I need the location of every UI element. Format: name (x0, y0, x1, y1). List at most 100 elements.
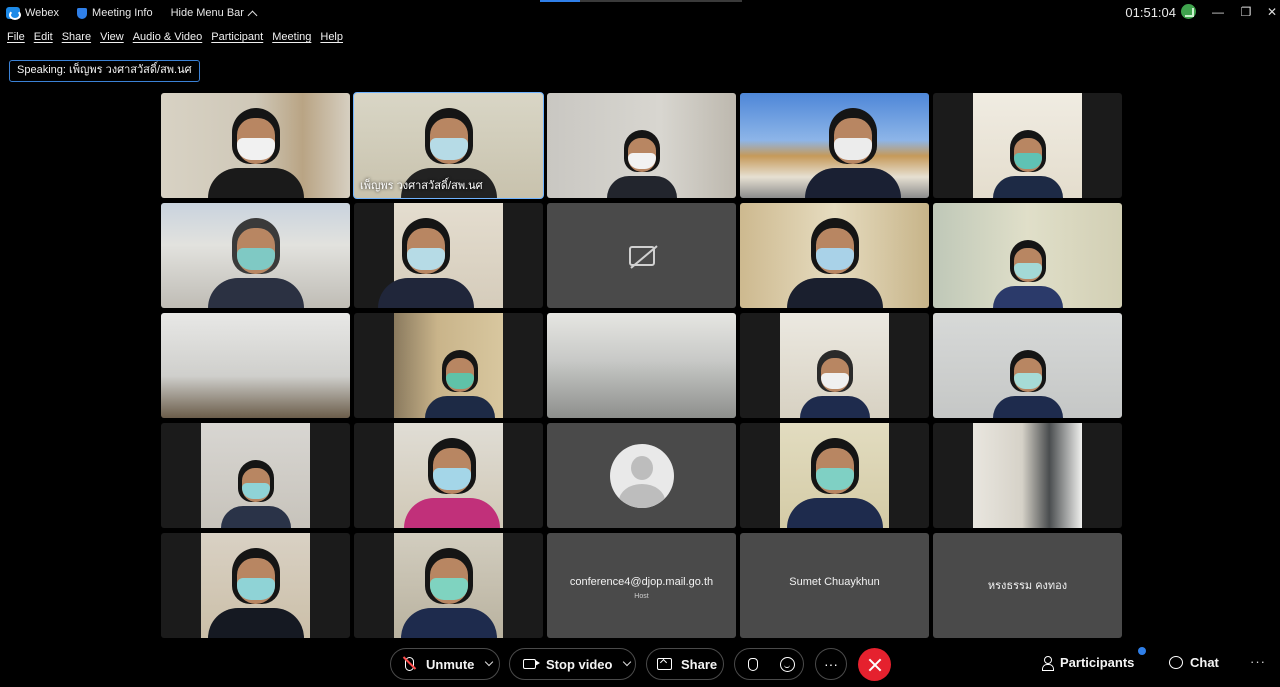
network-signal-icon[interactable] (1181, 4, 1196, 19)
menu-bar: File Edit Share View Audio & Video Parti… (0, 28, 345, 46)
participant-video (786, 216, 883, 308)
chat-bubble-icon (1169, 656, 1183, 669)
speaking-indicator: Speaking: เพ็ญพร วงศาสวัสดิ์/สพ.นศ (9, 60, 200, 82)
video-tile[interactable] (933, 313, 1122, 418)
participant-video (805, 106, 902, 198)
participant-video (207, 216, 304, 308)
menu-participant[interactable]: Participant (211, 31, 263, 43)
meeting-info-button[interactable]: Meeting Info (77, 7, 153, 19)
title-bar: Webex Meeting Info Hide Menu Bar (0, 0, 1280, 26)
participant-video (207, 106, 304, 198)
overflow-menu-icon[interactable]: ··· (1250, 654, 1266, 669)
video-tile[interactable] (933, 203, 1122, 308)
avatar-tile[interactable] (547, 423, 736, 528)
participant-video (992, 238, 1063, 308)
camera-off-icon (628, 245, 655, 266)
video-tile[interactable] (161, 93, 350, 198)
share-screen-icon (657, 658, 672, 670)
emoji-icon (779, 656, 795, 672)
active-speaker-tile[interactable]: เพ็ญพร วงศาสวัสดิ์/สพ.นศ (353, 92, 544, 199)
share-button[interactable]: Share (646, 648, 724, 680)
video-tile[interactable] (547, 313, 736, 418)
video-tile[interactable] (933, 423, 1122, 528)
video-tile[interactable] (354, 313, 543, 418)
shield-icon (77, 7, 88, 19)
unmute-button[interactable]: Unmute (390, 648, 500, 680)
video-grid: เพ็ญพร วงศาสวัสดิ์/สพ.นศ conference4@djo… (161, 92, 1124, 638)
menu-meeting[interactable]: Meeting (272, 31, 311, 43)
participant-name: conference4@djop.mail.go.th (569, 576, 714, 588)
participant-video (404, 436, 501, 528)
minimize-button[interactable]: — (1208, 2, 1228, 22)
chat-label: Chat (1190, 655, 1219, 670)
default-avatar-icon (609, 443, 674, 508)
app-name: Webex (25, 7, 60, 19)
menu-share[interactable]: Share (62, 31, 91, 43)
meeting-clock: 01:51:04 (1125, 5, 1176, 20)
stop-video-button[interactable]: Stop video (509, 648, 636, 680)
menu-help[interactable]: Help (320, 31, 343, 43)
leave-meeting-button[interactable] (858, 648, 891, 681)
video-tile[interactable] (161, 203, 350, 308)
participants-button[interactable]: Participants (1042, 655, 1135, 671)
camera-off-tile[interactable] (547, 203, 736, 308)
webex-logo-icon (6, 7, 21, 20)
chevron-down-icon[interactable] (485, 657, 494, 667)
chevron-down-icon[interactable] (623, 657, 632, 667)
video-tile[interactable] (161, 313, 350, 418)
meeting-info-label: Meeting Info (92, 7, 153, 19)
close-icon (868, 658, 882, 672)
video-tile[interactable] (933, 93, 1122, 198)
restore-button[interactable]: ❐ (1236, 2, 1256, 22)
participant-name: หรงธรรม คงทอง (987, 580, 1068, 592)
more-options-icon: ··· (824, 656, 838, 672)
hide-menu-bar-button[interactable]: Hide Menu Bar (170, 7, 258, 20)
participant-video (400, 546, 497, 638)
participant-video (220, 458, 291, 528)
participant-video (992, 128, 1063, 198)
participants-label: Participants (1060, 655, 1135, 670)
named-participant-tile[interactable]: หรงธรรม คงทอง (933, 533, 1122, 638)
participant-video (992, 348, 1063, 418)
video-tile[interactable] (354, 423, 543, 528)
participant-video (377, 216, 474, 308)
more-options-button[interactable]: ··· (815, 648, 847, 680)
unmute-label: Unmute (426, 656, 475, 672)
chat-button[interactable]: Chat (1169, 655, 1219, 670)
microphone-muted-icon (405, 657, 414, 671)
named-participant-tile[interactable]: Sumet Chuaykhun (740, 533, 929, 638)
video-tile[interactable] (740, 203, 929, 308)
top-accent-bar (540, 0, 742, 2)
app-title: Webex (0, 7, 60, 20)
menu-edit[interactable]: Edit (34, 31, 53, 43)
video-tile[interactable] (740, 313, 929, 418)
stop-video-label: Stop video (546, 656, 613, 672)
video-tile[interactable] (161, 533, 350, 638)
menu-file[interactable]: File (7, 31, 25, 43)
notification-badge (1138, 647, 1146, 655)
reactions-button[interactable] (771, 648, 803, 680)
participant-video (424, 348, 495, 418)
video-tile[interactable] (740, 93, 929, 198)
video-tile[interactable] (547, 93, 736, 198)
participant-video (786, 436, 883, 528)
hide-menu-bar-label: Hide Menu Bar (170, 7, 244, 19)
video-tile[interactable] (354, 533, 543, 638)
menu-audio-video[interactable]: Audio & Video (133, 31, 203, 43)
named-participant-tile[interactable]: conference4@djop.mail.go.th Host (547, 533, 736, 638)
meeting-controls: Unmute Stop video Share ··· Participants… (0, 640, 1280, 687)
participant-name: Sumet Chuaykhun (789, 576, 880, 588)
video-tile[interactable] (740, 423, 929, 528)
close-window-button[interactable]: ✕ (1262, 2, 1280, 22)
video-tile[interactable] (161, 423, 350, 528)
participants-icon (1042, 655, 1054, 671)
participant-video (606, 128, 677, 198)
chevron-up-icon (247, 10, 258, 20)
menu-view[interactable]: View (100, 31, 124, 43)
raise-hand-button[interactable] (737, 648, 769, 680)
video-tile[interactable] (354, 203, 543, 308)
raise-hand-icon (748, 657, 758, 671)
participant-video (799, 348, 870, 418)
share-label: Share (681, 656, 718, 672)
host-badge: Host (634, 593, 649, 600)
